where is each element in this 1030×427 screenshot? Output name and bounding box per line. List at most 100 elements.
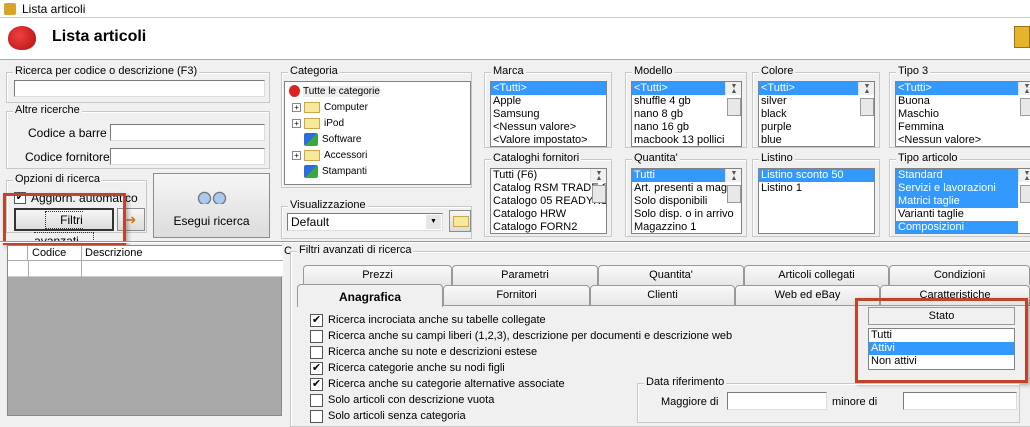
scrollbar[interactable]: ▲ ▼ (725, 169, 741, 203)
list-item[interactable]: Listino sconto 50 (759, 169, 874, 182)
cataloghi-list[interactable]: Tutti (F6) Catalog RSM TRADE S Catalogo 05… (490, 168, 607, 234)
list-item[interactable]: Catalog RSM TRADE S (491, 182, 606, 195)
tree-item-computer[interactable]: + Computer (290, 99, 368, 115)
list-item[interactable]: Composizioni (896, 221, 1018, 233)
scroll-thumb[interactable] (860, 98, 874, 116)
list-item[interactable]: Catalogo FORN2 (491, 221, 590, 233)
colore-list[interactable]: <Tutti> silver black purple blue ▲ ▼ (758, 81, 875, 147)
tab-row1-1[interactable]: Parametri (452, 265, 598, 285)
option-checkbox[interactable]: ✔ (310, 378, 323, 391)
scroll-down-icon[interactable]: ▼ (726, 169, 741, 180)
marca-list[interactable]: <Tutti> Apple Samsung <Nessun valore> <Valor… (490, 81, 607, 147)
list-item[interactable]: Tutti (632, 169, 725, 182)
list-item[interactable]: Varianti taglie (896, 208, 1018, 221)
scroll-thumb[interactable] (592, 185, 606, 203)
scroll-thumb[interactable] (1020, 185, 1030, 203)
scroll-down-icon[interactable]: ▼ (1019, 82, 1030, 93)
list-item[interactable]: Catalogo HRW (491, 208, 590, 221)
scroll-down-icon[interactable]: ▼ (726, 82, 741, 93)
list-item[interactable]: <Nessun valore> (896, 134, 1018, 146)
scroll-down-icon[interactable]: ▼ (591, 169, 606, 180)
category-tree[interactable]: Tutte le categorie + Computer + iPod Softw… (284, 81, 471, 185)
option-checkbox[interactable] (310, 394, 323, 407)
list-item[interactable]: Tutti (F6) (491, 169, 590, 182)
list-item[interactable]: blue (759, 134, 858, 146)
list-item[interactable]: <Tutti> (491, 82, 606, 95)
supplier-code-input[interactable] (110, 148, 265, 165)
modello-list[interactable]: <Tutti> shuffle 4 gb nano 8 gb nano 16 gb ma… (631, 81, 742, 147)
date-to-input[interactable] (903, 392, 1017, 410)
scroll-thumb[interactable] (1020, 98, 1030, 116)
tab-anagrafica[interactable]: Anagrafica (297, 284, 443, 307)
tipoart-list[interactable]: Standard Servizi e lavorazioni Matrici tag… (895, 168, 1030, 234)
tree-root[interactable]: Tutte le categorie (287, 83, 380, 99)
option-checkbox[interactable]: ✔ (310, 314, 323, 327)
scroll-down-icon[interactable]: ▼ (1019, 169, 1030, 180)
scrollbar[interactable]: ▲ ▼ (590, 169, 606, 203)
list-item[interactable]: nano 8 gb (632, 108, 725, 121)
expand-icon[interactable]: + (292, 118, 301, 128)
list-item[interactable]: Servizi e lavorazioni (896, 182, 1018, 195)
list-item[interactable]: Matrici taglie (896, 195, 1018, 208)
tab-row1-3[interactable]: Articoli collegati (744, 265, 889, 285)
list-item[interactable]: Femmina (896, 121, 1018, 134)
tipo3-list[interactable]: <Tutti> Buona Maschio Femmina <Nessun valore… (895, 81, 1030, 147)
list-item[interactable]: <Tutti> (632, 82, 725, 95)
tab-row2-2[interactable]: Clienti (590, 285, 735, 305)
option-checkbox[interactable] (310, 330, 323, 343)
list-item[interactable]: macbook 13 pollici (632, 134, 725, 146)
tree-item-ipod[interactable]: + iPod (290, 115, 344, 131)
listino-list[interactable]: Listino sconto 50 Listino 1 (758, 168, 875, 234)
option-checkbox[interactable] (310, 410, 323, 423)
scrollbar[interactable]: ▲ ▼ (1018, 82, 1030, 116)
list-item[interactable]: Maschio (896, 108, 1018, 121)
barcode-input[interactable] (110, 124, 265, 141)
scrollbar[interactable]: ▲ ▼ (858, 82, 874, 116)
column-descrizione[interactable]: Descrizione (85, 247, 142, 259)
search-input[interactable] (14, 80, 265, 97)
tree-item-software[interactable]: Software (302, 131, 361, 147)
list-item[interactable]: Magazzino 1 (632, 221, 725, 233)
view-select[interactable]: Default ▼ (287, 213, 443, 231)
list-item[interactable]: <Valore impostato> (491, 134, 606, 146)
splitter[interactable] (0, 241, 1030, 243)
list-item[interactable]: Samsung (491, 108, 606, 121)
list-item[interactable]: Standard (896, 169, 1018, 182)
list-item[interactable]: purple (759, 121, 858, 134)
list-item[interactable]: silver (759, 95, 858, 108)
scroll-thumb[interactable] (727, 98, 741, 116)
run-search-button[interactable]: Esegui ricerca (153, 173, 270, 238)
list-item[interactable]: Catalogo 05 READYKS (491, 195, 606, 208)
list-item[interactable]: black (759, 108, 858, 121)
tree-item-accessori[interactable]: + Accessori (290, 147, 367, 163)
scroll-down-icon[interactable]: ▼ (859, 82, 874, 93)
option-checkbox[interactable]: ✔ (310, 362, 323, 375)
tab-row1-0[interactable]: Prezzi (303, 265, 452, 285)
list-item[interactable]: nano 16 gb (632, 121, 725, 134)
list-item[interactable]: Solo disponibili (632, 195, 725, 208)
results-table[interactable]: Codice Descrizione (7, 245, 283, 416)
tab-row2-1[interactable]: Fornitori (443, 285, 590, 305)
expand-icon[interactable]: + (292, 102, 301, 112)
list-item[interactable]: Art. presenti a magazzino (632, 182, 741, 195)
option-checkbox[interactable] (310, 346, 323, 359)
list-item[interactable]: <Tutti> (896, 82, 1018, 95)
table-row[interactable] (8, 261, 283, 277)
chevron-down-icon[interactable]: ▼ (426, 215, 441, 229)
tab-row1-4[interactable]: Condizioni (889, 265, 1030, 285)
list-item[interactable]: Buona (896, 95, 1018, 108)
expand-icon[interactable]: + (292, 150, 301, 160)
scrollbar[interactable]: ▲ ▼ (1018, 169, 1030, 203)
open-folder-button[interactable] (449, 210, 471, 232)
list-item[interactable]: Apple (491, 95, 606, 108)
scrollbar[interactable]: ▲ ▼ (725, 82, 741, 116)
column-codice[interactable]: Codice (32, 247, 66, 259)
list-item[interactable]: Listino 1 (759, 182, 874, 195)
list-item[interactable]: <Tutti> (759, 82, 858, 95)
tree-item-stampanti[interactable]: Stampanti (302, 163, 367, 179)
list-item[interactable]: <Nessun valore> (491, 121, 606, 134)
date-from-input[interactable] (727, 392, 827, 410)
list-item[interactable]: shuffle 4 gb (632, 95, 725, 108)
quantita-list[interactable]: TuttiArt. presenti a magazzinoSolo dispo… (631, 168, 742, 234)
scroll-thumb[interactable] (727, 185, 741, 203)
